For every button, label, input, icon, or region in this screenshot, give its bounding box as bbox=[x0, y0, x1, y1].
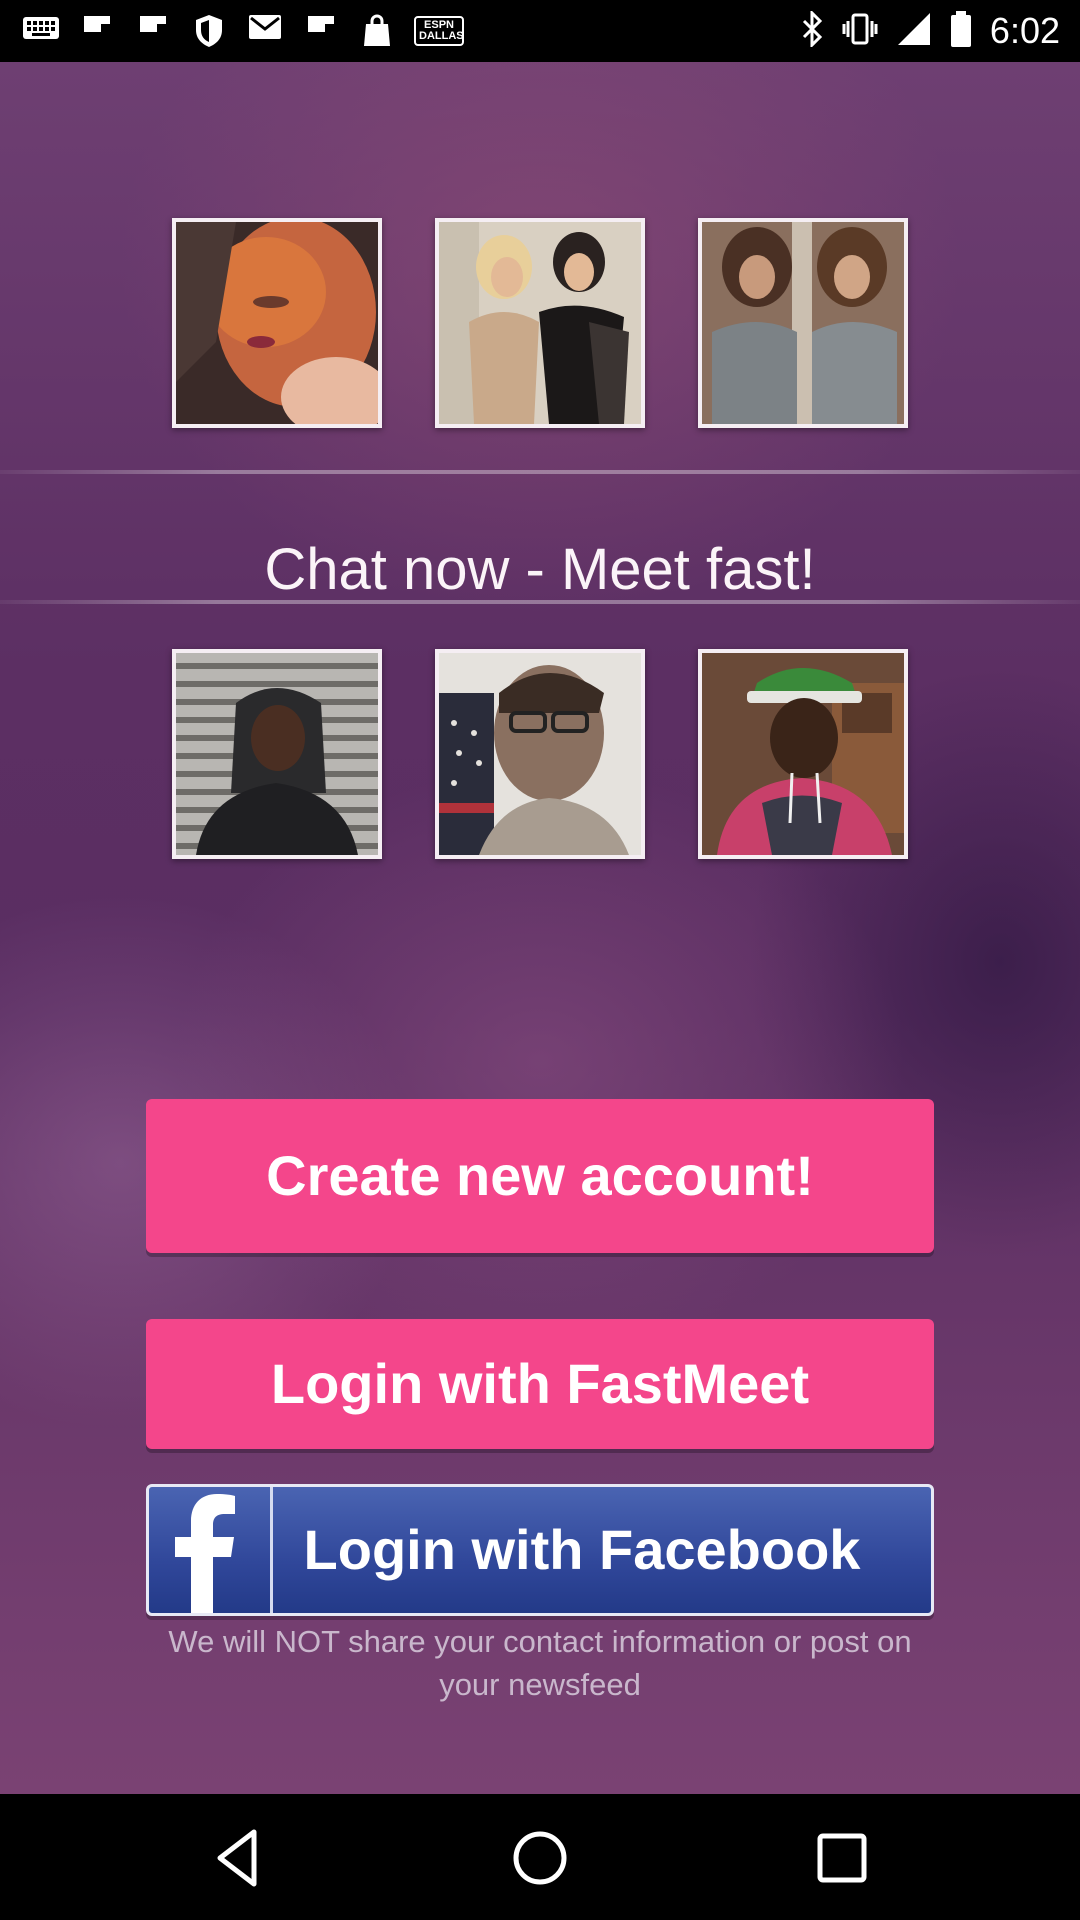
tagline: Chat now - Meet fast! bbox=[264, 537, 816, 602]
create-account-button[interactable]: Create new account! bbox=[146, 1099, 934, 1253]
battery-icon bbox=[950, 10, 972, 53]
system-icons: 6:02 bbox=[800, 8, 1060, 54]
privacy-disclaimer: We will NOT share your contact informati… bbox=[168, 1624, 912, 1702]
login-facebook-label: Login with Facebook bbox=[303, 1518, 861, 1581]
espn-dallas-icon: ESPN DALLAS bbox=[414, 16, 464, 46]
home-icon[interactable] bbox=[504, 1822, 576, 1894]
shield-icon bbox=[190, 14, 228, 48]
photo-row-top bbox=[172, 218, 908, 428]
profile-photo-man-1[interactable] bbox=[172, 649, 382, 859]
login-fastmeet-button[interactable]: Login with FastMeet bbox=[146, 1319, 934, 1449]
flipboard-icon bbox=[302, 14, 340, 48]
app-screen: ESPN DALLAS 6:02 Chat now - Meet fast! C… bbox=[0, 0, 1080, 1920]
status-bar: ESPN DALLAS 6:02 bbox=[0, 0, 1080, 62]
keyboard-icon bbox=[22, 14, 60, 48]
shopping-bag-icon bbox=[358, 14, 396, 48]
back-icon[interactable] bbox=[202, 1822, 274, 1894]
profile-photo-women-3[interactable] bbox=[698, 218, 908, 428]
recents-icon[interactable] bbox=[806, 1822, 878, 1894]
profile-photo-man-2[interactable] bbox=[435, 649, 645, 859]
bluetooth-icon bbox=[800, 8, 824, 52]
profile-photo-women-2[interactable] bbox=[435, 218, 645, 428]
divider-top bbox=[0, 470, 1080, 474]
login-facebook-button[interactable]: Login with Facebook bbox=[146, 1484, 934, 1616]
navigation-bar bbox=[0, 1794, 1080, 1920]
clock: 6:02 bbox=[989, 10, 1060, 51]
signal-icon bbox=[896, 11, 932, 52]
flipboard-icon bbox=[134, 14, 172, 48]
flipboard-icon bbox=[78, 14, 116, 48]
facebook-logo-icon bbox=[149, 1487, 273, 1613]
main-content: Chat now - Meet fast! Create new account… bbox=[0, 62, 1080, 1794]
profile-photo-woman-1[interactable] bbox=[172, 218, 382, 428]
vibrate-icon bbox=[842, 11, 878, 52]
profile-photo-man-3[interactable] bbox=[698, 649, 908, 859]
photo-row-bottom bbox=[172, 649, 908, 859]
notification-icons: ESPN DALLAS bbox=[22, 10, 464, 52]
gmail-icon bbox=[246, 14, 284, 48]
dallas-label: DALLAS bbox=[419, 30, 464, 42]
divider-bottom bbox=[0, 600, 1080, 604]
